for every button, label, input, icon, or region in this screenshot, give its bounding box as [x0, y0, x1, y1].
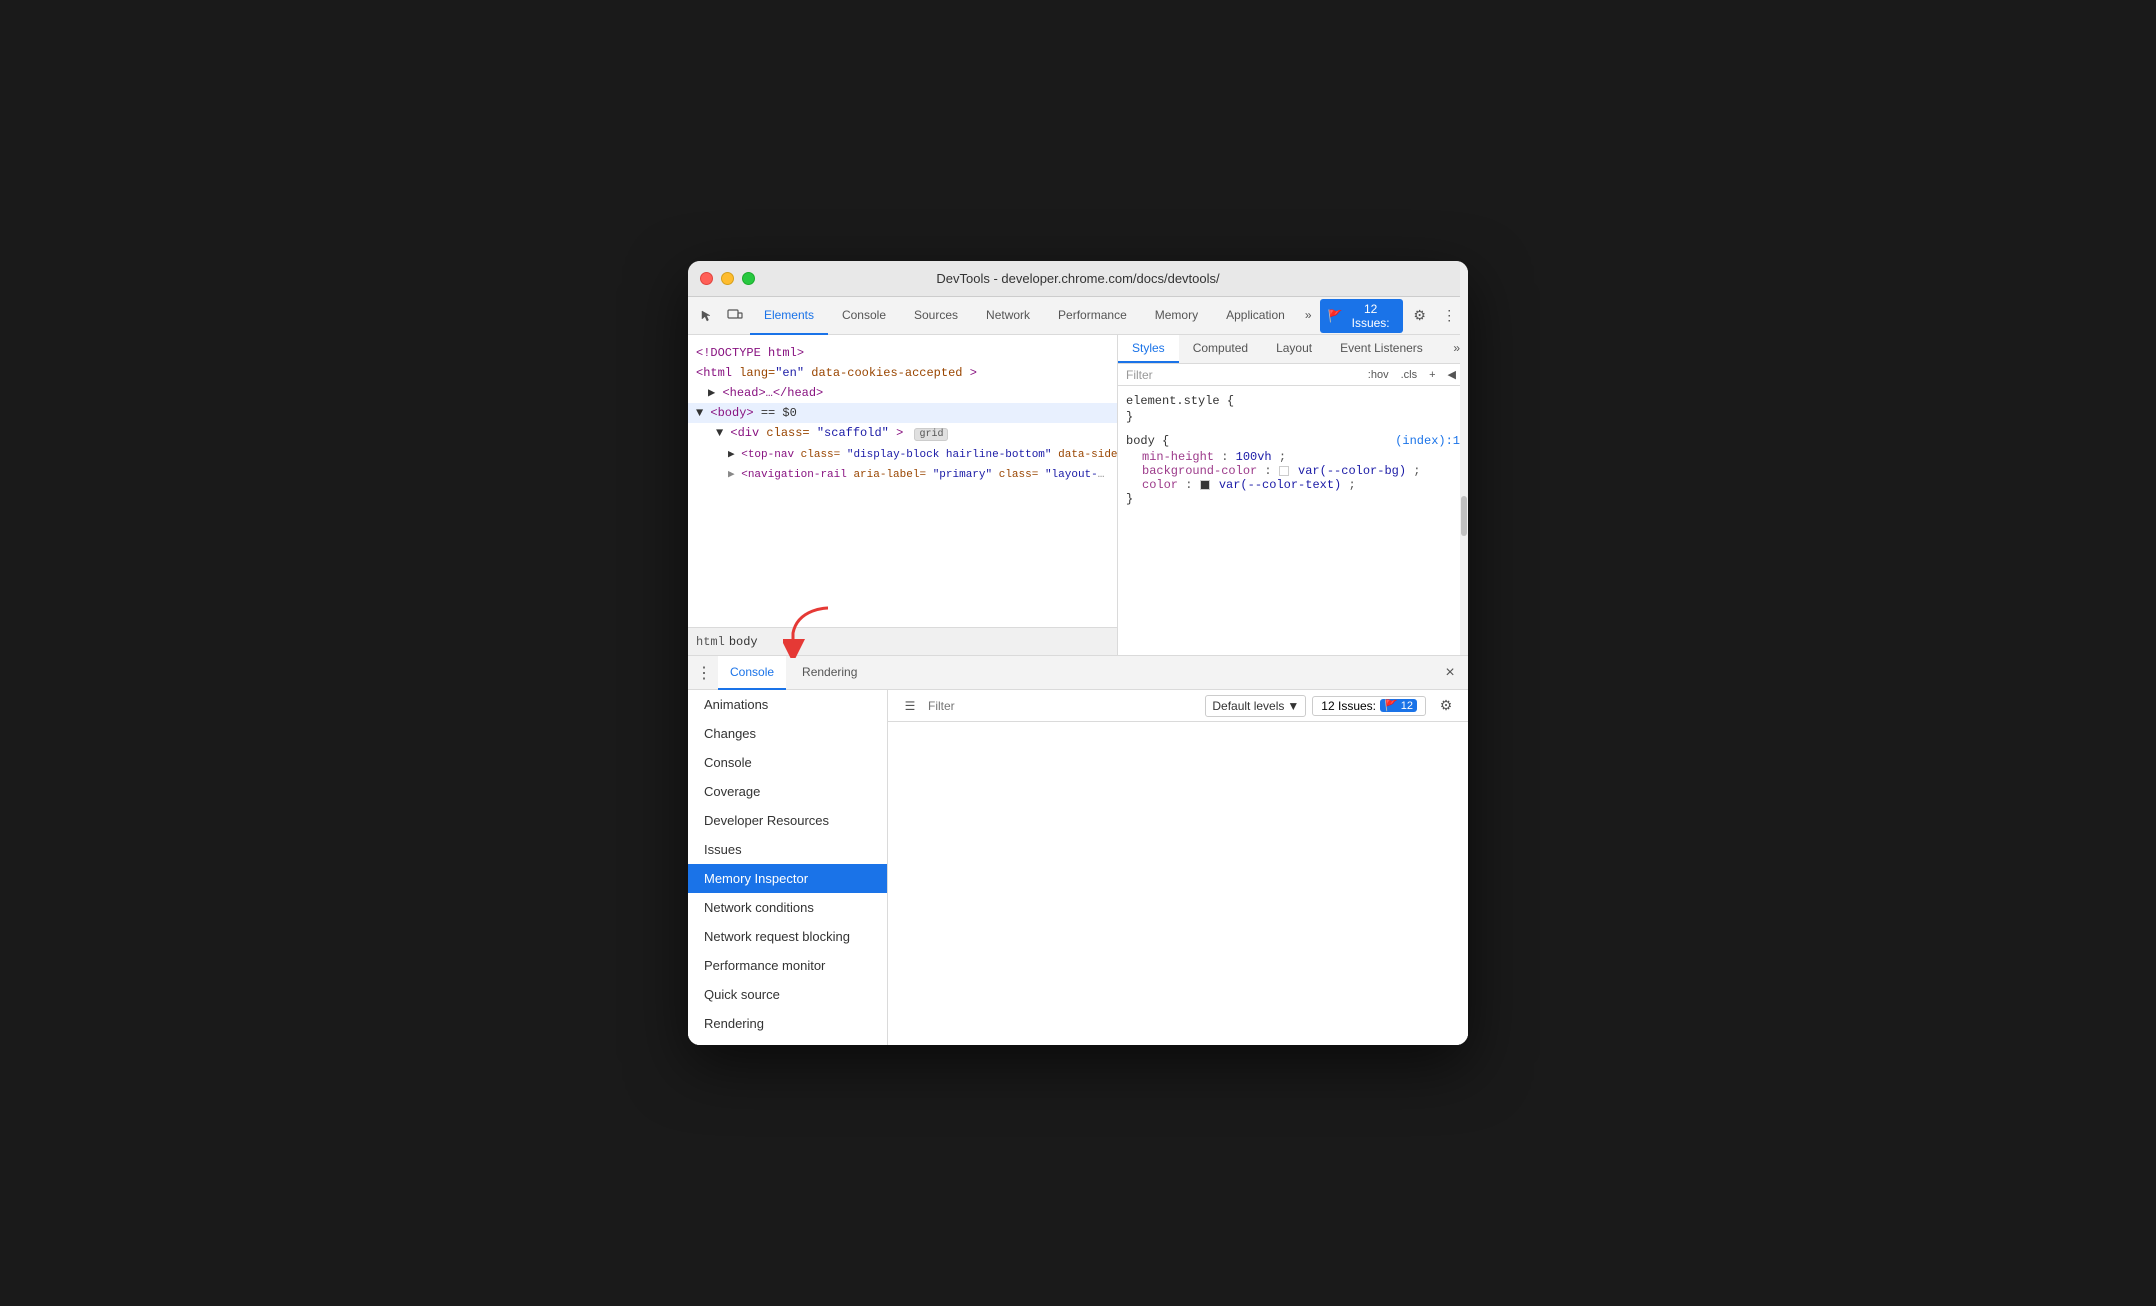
menu-item-developer-resources[interactable]: Developer Resources — [688, 806, 887, 835]
tab-console-bottom[interactable]: Console — [718, 656, 786, 690]
breadcrumb-body[interactable]: body — [729, 635, 758, 649]
device-toggle-button[interactable] — [722, 302, 748, 330]
tab-more[interactable]: » — [1299, 297, 1318, 335]
console-filter-input[interactable] — [928, 699, 1201, 713]
close-button[interactable] — [700, 272, 713, 285]
menu-item-issues[interactable]: Issues — [688, 835, 887, 864]
tab-application[interactable]: Application — [1212, 297, 1299, 335]
dom-line[interactable]: <html lang="en" data-cookies-accepted > — [688, 363, 1117, 383]
drawer-menu: Animations Changes Console Coverage Deve… — [688, 690, 888, 1045]
filter-placeholder: Filter — [1126, 368, 1153, 382]
tab-layout[interactable]: Layout — [1262, 335, 1326, 363]
toggle-sidebar-button[interactable]: ◀ — [1444, 366, 1460, 383]
dom-line[interactable]: ▶ <head>…</head> — [688, 383, 1117, 403]
menu-item-console[interactable]: Console — [688, 748, 887, 777]
style-rule-element: element.style { } — [1126, 394, 1460, 424]
cursor-icon — [700, 309, 714, 323]
issues-badge: 🚩 12 — [1380, 699, 1417, 712]
styles-tabs: Styles Computed Layout Event Listeners » — [1118, 335, 1468, 364]
issues-icon: 🚩 — [1328, 309, 1343, 323]
dom-panel: <!DOCTYPE html> <html lang="en" data-coo… — [688, 335, 1118, 655]
issues-count: 12 Issues: — [1346, 302, 1394, 330]
tab-console[interactable]: Console — [828, 297, 900, 335]
menu-item-search[interactable]: Search — [688, 1038, 887, 1045]
console-settings-button[interactable]: ⚙ — [1432, 692, 1460, 720]
dom-line[interactable]: ▶ <navigation-rail aria-label= "primary"… — [688, 465, 1117, 485]
menu-item-memory-inspector[interactable]: Memory Inspector — [688, 864, 887, 893]
levels-arrow-icon: ▼ — [1287, 699, 1299, 713]
menu-item-coverage[interactable]: Coverage — [688, 777, 887, 806]
tab-styles[interactable]: Styles — [1118, 335, 1179, 363]
console-filter-bar: ☰ Default levels ▼ 12 Issues: 🚩 12 — [888, 690, 1468, 722]
cls-button[interactable]: .cls — [1397, 367, 1422, 383]
breadcrumb-bar: html body — [688, 627, 1117, 655]
tab-elements[interactable]: Elements — [750, 297, 828, 335]
menu-item-performance-monitor[interactable]: Performance monitor — [688, 951, 887, 980]
issues-count-button[interactable]: 12 Issues: 🚩 12 — [1312, 696, 1426, 716]
styles-panel: Styles Computed Layout Event Listeners »… — [1118, 335, 1468, 655]
issues-button[interactable]: 🚩 12 Issues: — [1320, 299, 1403, 333]
drawer-content: Animations Changes Console Coverage Deve… — [688, 690, 1468, 1045]
tab-rendering[interactable]: Rendering — [790, 656, 869, 690]
device-icon — [727, 309, 743, 323]
scrollbar-thumb — [1461, 496, 1467, 536]
main-tabs: Elements Console Sources Network Perform… — [750, 297, 1318, 335]
window-title: DevTools - developer.chrome.com/docs/dev… — [936, 271, 1219, 286]
menu-item-quick-source[interactable]: Quick source — [688, 980, 887, 1009]
styles-filter-bar: Filter :hov .cls + ◀ — [1118, 364, 1468, 386]
main-area: <!DOCTYPE html> <html lang="en" data-coo… — [688, 335, 1468, 655]
menu-item-network-request-blocking[interactable]: Network request blocking — [688, 922, 887, 951]
issues-count-label: 12 Issues: — [1321, 699, 1376, 713]
hov-button[interactable]: :hov — [1364, 367, 1393, 383]
console-area: ☰ Default levels ▼ 12 Issues: 🚩 12 — [888, 690, 1468, 1045]
bottom-panel: ⋮ Console Rendering × Animations Changes… — [688, 655, 1468, 1045]
menu-item-rendering[interactable]: Rendering — [688, 1009, 887, 1038]
html-open-tag: <html — [696, 366, 739, 380]
levels-button[interactable]: Default levels ▼ — [1205, 695, 1306, 717]
more-options-button[interactable]: ⋮ — [1436, 302, 1462, 330]
add-style-button[interactable]: + — [1425, 367, 1439, 383]
toolbar-right: 🚩 12 Issues: ⚙ ⋮ — [1320, 299, 1463, 333]
dom-line[interactable]: ▶ <top-nav class= "display-block hairlin… — [688, 445, 1117, 465]
menu-item-animations[interactable]: Animations — [688, 690, 887, 719]
bottom-toolbar: ⋮ Console Rendering × — [688, 656, 1468, 690]
style-rule-body: body { (index):1 min-height : 100vh ; ba… — [1126, 434, 1460, 506]
devtools-window: DevTools - developer.chrome.com/docs/dev… — [688, 261, 1468, 1045]
color-swatch-dark — [1200, 480, 1210, 490]
settings-button[interactable]: ⚙ — [1407, 302, 1433, 330]
styles-content: element.style { } body { (index):1 min-h… — [1118, 386, 1468, 655]
dom-body-line[interactable]: ▼ <body> == $0 — [688, 403, 1117, 423]
console-output — [888, 722, 1468, 1045]
dom-line[interactable]: ▼ <div class= "scaffold" > grid — [688, 423, 1117, 445]
menu-item-network-conditions[interactable]: Network conditions — [688, 893, 887, 922]
dom-line: <!DOCTYPE html> — [688, 343, 1117, 363]
title-bar: DevTools - developer.chrome.com/docs/dev… — [688, 261, 1468, 297]
tab-sources[interactable]: Sources — [900, 297, 972, 335]
maximize-button[interactable] — [742, 272, 755, 285]
console-sidebar-toggle[interactable]: ☰ — [896, 692, 924, 720]
tab-performance[interactable]: Performance — [1044, 297, 1141, 335]
tab-network[interactable]: Network — [972, 297, 1044, 335]
traffic-lights — [700, 272, 755, 285]
breadcrumb-html[interactable]: html — [696, 635, 725, 649]
menu-item-changes[interactable]: Changes — [688, 719, 887, 748]
tab-event-listeners[interactable]: Event Listeners — [1326, 335, 1437, 363]
inspect-element-button[interactable] — [694, 302, 720, 330]
color-swatch — [1279, 466, 1289, 476]
three-dots-menu[interactable]: ⋮ — [694, 659, 714, 687]
tab-computed[interactable]: Computed — [1179, 335, 1262, 363]
doctype-tag: <!DOCTYPE html> — [696, 346, 804, 360]
top-toolbar: Elements Console Sources Network Perform… — [688, 297, 1468, 335]
minimize-button[interactable] — [721, 272, 734, 285]
tab-memory[interactable]: Memory — [1141, 297, 1212, 335]
close-drawer-button[interactable]: × — [1438, 661, 1462, 685]
devtools-body: Elements Console Sources Network Perform… — [688, 297, 1468, 1045]
levels-label: Default levels — [1212, 699, 1284, 713]
